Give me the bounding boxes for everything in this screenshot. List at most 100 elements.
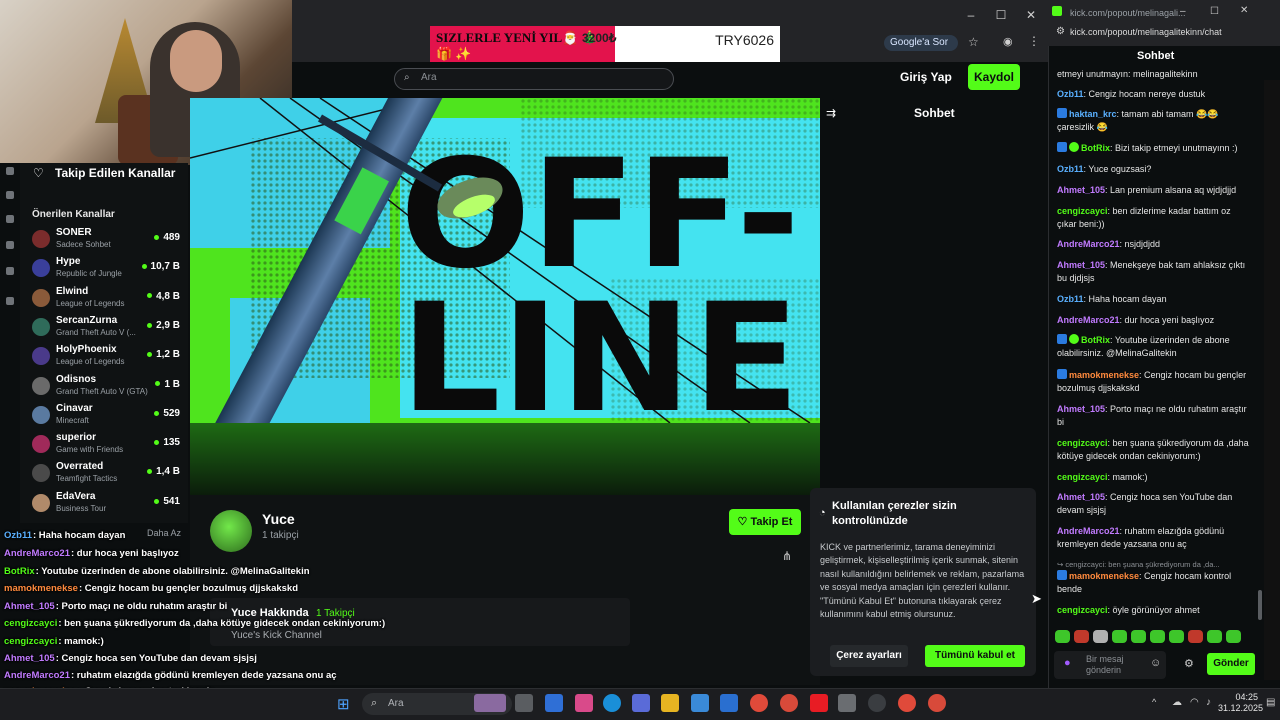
chat-message-row[interactable]: AndreMarco21: ruhatım elazığda gödünü kr… (1057, 525, 1249, 551)
chat-username[interactable]: BotRix (1081, 335, 1110, 345)
youtube-icon[interactable] (810, 694, 828, 712)
chat-username[interactable]: cengizcayci (1057, 438, 1108, 448)
emote-icon[interactable] (1188, 630, 1203, 643)
sidebar-channel[interactable]: Cinavar Minecraft 529 (30, 402, 182, 430)
store-icon[interactable] (691, 694, 709, 712)
clock[interactable]: 04:25 31.12.2025 (1218, 692, 1263, 714)
chat-message-row[interactable]: mamokmenekse: Cengiz hocam kontrol bende (1057, 570, 1249, 596)
chat-message-row[interactable]: etmeyi unutmayın: melinagalitekinn (1057, 68, 1249, 81)
sidebar-channel[interactable]: Overrated Teamfight Tactics 1,4 B (30, 460, 182, 488)
emote-icon[interactable] (1112, 630, 1127, 643)
chat-username[interactable]: cengizcayci (1057, 605, 1108, 615)
chat-message-row[interactable]: Ozb11: Haha hocam dayan (1057, 293, 1249, 306)
chrome-icon[interactable] (780, 694, 798, 712)
chat-message-row[interactable]: BotRix: Bizi takip etmeyi unutmayınn :) (1057, 142, 1249, 155)
show-less-link[interactable]: Daha Az (147, 528, 181, 538)
copilot-icon[interactable] (575, 694, 593, 712)
signup-button[interactable]: Kaydol (968, 64, 1020, 90)
send-button[interactable]: Gönder (1207, 653, 1255, 675)
chat-message-row[interactable]: cengizcayci: öyle görünüyor ahmet (1057, 604, 1249, 617)
notification-icon[interactable]: ▤ (1266, 697, 1275, 708)
chat-username[interactable]: AndreMarco21 (1057, 526, 1120, 536)
star-icon[interactable]: ☆ (968, 35, 979, 49)
mic-icon[interactable]: ● (1064, 657, 1071, 669)
emote-icon[interactable] (1169, 630, 1184, 643)
strip-icon[interactable] (6, 241, 14, 249)
chat-message-row[interactable]: Ahmet_105: Porto maçı ne oldu ruhatım ar… (1057, 403, 1249, 429)
cookie-settings-button[interactable]: Çerez ayarları (830, 645, 908, 667)
minimize-icon[interactable]: – (1180, 6, 1186, 17)
chat-message-row[interactable]: AndreMarco21: dur hoca yeni başlıyoz (1057, 314, 1249, 327)
strip-icon[interactable] (6, 267, 14, 275)
scrollbar[interactable] (1258, 590, 1262, 620)
emote-icon[interactable] (1131, 630, 1146, 643)
tray-chevron-icon[interactable]: ^ (1152, 697, 1156, 707)
avatar[interactable] (210, 510, 252, 552)
minimize-icon[interactable]: – (962, 8, 980, 22)
profile-icon[interactable]: ◉ (1003, 35, 1013, 48)
chat-username[interactable]: BotRix (1081, 143, 1110, 153)
chat-username[interactable]: Ozb11 (1057, 294, 1084, 304)
site-info-icon[interactable]: ⚙ (1056, 26, 1065, 37)
app-icon[interactable] (838, 694, 856, 712)
chat-message-row[interactable]: BotRix: Youtube üzerinden de abone olabi… (1057, 334, 1249, 360)
settings-icon[interactable]: ⚙ (1184, 657, 1194, 670)
popout-url[interactable]: kick.com/popout/melinagalitekinn/chat (1070, 27, 1222, 37)
strip-icon[interactable] (6, 167, 14, 175)
edge-icon[interactable] (603, 694, 621, 712)
app-icon[interactable] (868, 694, 886, 712)
maximize-icon[interactable]: ☐ (1210, 6, 1219, 17)
menu-icon[interactable]: ⋮ (1028, 34, 1040, 48)
chat-message-row[interactable]: AndreMarco21: nsjdjdjdd (1057, 238, 1249, 251)
chat-message-row[interactable]: Ozb11: Yuce oguzsasi? (1057, 163, 1249, 176)
folder-icon[interactable] (661, 694, 679, 712)
maximize-icon[interactable]: ☐ (992, 8, 1010, 22)
chat-username[interactable]: mamokmenekse (1069, 370, 1139, 380)
chat-message-row[interactable]: Ozb11: Cengiz hocam nereye dustuk (1057, 88, 1249, 101)
cookie-accept-button[interactable]: Tümünü kabul et (925, 645, 1025, 667)
emoji-icon[interactable]: ☺ (1150, 657, 1161, 669)
emote-icon[interactable] (1207, 630, 1222, 643)
chat-username[interactable]: Ozb11 (1057, 164, 1084, 174)
close-icon[interactable]: ✕ (1022, 8, 1040, 22)
windows-start-icon[interactable]: ⊞ (337, 695, 350, 713)
following-title[interactable]: Takip Edilen Kanallar (55, 166, 175, 180)
chat-message-row[interactable]: cengizcayci: ben şuana şükrediyorum da ,… (1057, 437, 1249, 463)
news-widget-icon[interactable] (474, 694, 506, 712)
close-icon[interactable]: ✕ (1240, 5, 1248, 16)
emote-icon[interactable] (1093, 630, 1108, 643)
chat-username[interactable]: Ahmet_105 (1057, 185, 1105, 195)
follow-button[interactable]: ♡ Takip Et (729, 509, 801, 535)
search-input[interactable]: ⌕ Ara (394, 68, 674, 90)
chat-username[interactable]: Ahmet_105 (1057, 260, 1105, 270)
login-button[interactable]: Giriş Yap (900, 70, 952, 84)
chat-message-row[interactable]: cengizcayci: ben dizlerime kadar battım … (1057, 205, 1249, 231)
wifi-icon[interactable]: ◠ (1190, 697, 1199, 708)
teams-icon[interactable] (632, 694, 650, 712)
sidebar-channel[interactable]: HolyPhoenix League of Legends 1,2 B (30, 343, 182, 371)
app-icon[interactable] (545, 694, 563, 712)
sidebar-channel[interactable]: superior Game with Friends 135 (30, 431, 182, 459)
chrome-icon[interactable] (750, 694, 768, 712)
sidebar-channel[interactable]: SONER Sadece Sohbet 489 (30, 226, 182, 254)
strip-icon[interactable] (6, 191, 14, 199)
chat-username[interactable]: haktan_krc (1069, 109, 1117, 119)
chat-username[interactable]: Ahmet_105 (1057, 404, 1105, 414)
task-view-icon[interactable] (515, 694, 533, 712)
google-ask-button[interactable]: Google'a Sor (884, 35, 958, 51)
collapse-chat-icon[interactable]: ⇉ (826, 106, 836, 120)
strip-icon[interactable] (6, 215, 14, 223)
emote-icon[interactable] (1074, 630, 1089, 643)
onedrive-icon[interactable]: ☁ (1172, 697, 1182, 708)
chat-username[interactable]: Ahmet_105 (1057, 492, 1105, 502)
chat-username[interactable]: AndreMarco21 (1057, 239, 1120, 249)
channel-name[interactable]: Yuce (262, 511, 295, 527)
sidebar-channel[interactable]: SercanZurna Grand Theft Auto V (... 2,9 B (30, 314, 182, 342)
sidebar-channel[interactable]: Hype Republic of Jungle 10,7 B (30, 255, 182, 283)
emote-icon[interactable] (1226, 630, 1241, 643)
volume-icon[interactable]: ♪ (1206, 697, 1211, 708)
chrome-icon[interactable] (928, 694, 946, 712)
chat-username[interactable]: mamokmenekse (1069, 571, 1139, 581)
chat-message-row[interactable]: mamokmenekse: Cengiz hocam bu gençler bo… (1057, 369, 1249, 395)
chrome-icon[interactable] (898, 694, 916, 712)
